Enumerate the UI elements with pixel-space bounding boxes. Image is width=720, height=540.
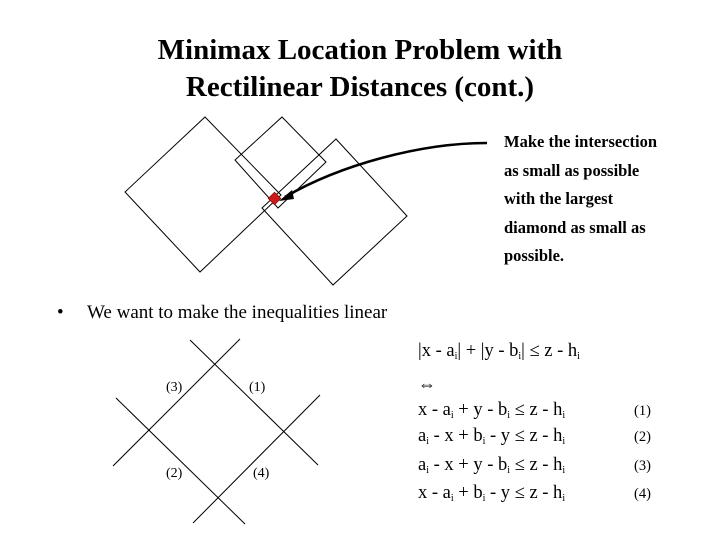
eq-part: a [418, 455, 427, 475]
eq-part: x - a [418, 400, 451, 420]
eq-part: | ≤ z - h [521, 341, 578, 361]
inequality-row: ai - x + y - bi ≤ z - hi [418, 454, 565, 476]
intersection-marker [267, 191, 282, 206]
inequality-row: x - ai + y - bi ≤ z - hi [418, 399, 565, 421]
bullet-item: • We want to make the inequalities linear [57, 300, 387, 326]
eq-part: |x - a [418, 341, 455, 361]
eq-subscript: i [562, 410, 566, 421]
inequality-number: (3) [634, 458, 651, 474]
inequality-number: (4) [634, 486, 651, 502]
eq-part: x - a [418, 483, 451, 503]
eq-part: ≤ z - h [510, 400, 563, 420]
eq-part: - y ≤ z - h [485, 483, 563, 503]
eq-part: | + |y - b [457, 341, 519, 361]
constraint-line-4 [192, 394, 321, 524]
constraint-line-1 [189, 339, 319, 466]
bullet-text: We want to make the inequalities linear [87, 302, 388, 323]
eq-subscript: i [562, 436, 566, 447]
diagram-label-2: (2) [166, 466, 183, 481]
diamond-left [124, 116, 282, 273]
arrow-head-icon [279, 190, 294, 201]
eq-part: a [418, 426, 427, 446]
diagram-label-1: (1) [249, 380, 266, 395]
eq-subscript: i [562, 493, 566, 504]
constraint-line-2 [115, 397, 246, 525]
callout-line: with the largest [504, 189, 614, 208]
diagram-label-3: (3) [166, 380, 183, 395]
eq-part: + y - b [453, 400, 508, 420]
callout-text: Make the intersection as small as possib… [504, 128, 657, 271]
eq-part: - y ≤ z - h [485, 426, 563, 446]
inequality-number: (2) [634, 429, 651, 445]
eq-subscript: i [577, 351, 580, 362]
eq-part: + b [453, 483, 483, 503]
absolute-value-inequality: |x - ai| + |y - bi| ≤ z - hi [418, 340, 580, 362]
callout-line: diamond as small as [504, 217, 646, 237]
inequality-row: x - ai + bi - y ≤ z - hi [418, 482, 565, 504]
eq-part: - x + b [429, 426, 483, 446]
eq-part: ≤ z - h [510, 455, 563, 475]
callout-line: as small as possible [504, 160, 640, 180]
diagram-label-4: (4) [253, 466, 270, 481]
callout-line: possible. [504, 246, 565, 265]
inequality-row: ai - x + bi - y ≤ z - hi [418, 425, 565, 447]
diamond-right [261, 138, 408, 286]
constraint-line-3 [112, 338, 241, 467]
bullet-icon: • [57, 302, 64, 323]
callout-line: Make the intersection [504, 132, 658, 151]
inequality-number: (1) [634, 403, 651, 419]
eq-part: - x + y - b [429, 455, 508, 475]
equivalence-icon: ⇔ [418, 374, 436, 394]
eq-subscript: i [562, 465, 566, 476]
